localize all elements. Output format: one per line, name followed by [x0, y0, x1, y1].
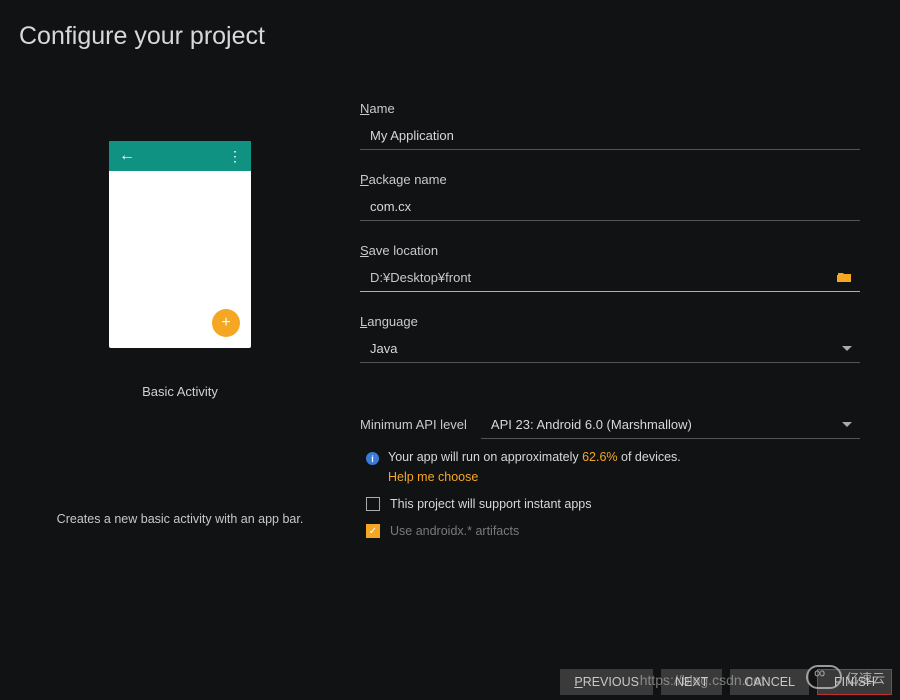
info-icon: i — [366, 452, 379, 465]
chevron-down-icon — [842, 346, 852, 351]
template-description: Creates a new basic activity with an app… — [57, 512, 304, 526]
api-level-label: Minimum API level — [360, 417, 467, 432]
androidx-label: Use androidx.* artifacts — [390, 524, 519, 538]
browse-folder-icon[interactable] — [837, 270, 860, 286]
api-level-select[interactable]: API 23: Android 6.0 (Marshmallow) — [481, 411, 860, 439]
name-input[interactable] — [360, 122, 860, 150]
phone-toolbar: ← ⋮ — [109, 141, 251, 171]
help-me-choose-link[interactable]: Help me choose — [388, 470, 860, 484]
language-value: Java — [360, 335, 842, 362]
package-input[interactable] — [360, 193, 860, 221]
template-preview: ← ⋮ + — [109, 141, 251, 348]
main-content: ← ⋮ + Basic Activity Creates a new basic… — [0, 51, 900, 538]
fab-plus-icon: + — [212, 309, 240, 337]
api-level-value: API 23: Android 6.0 (Marshmallow) — [481, 411, 842, 438]
cloud-icon — [806, 665, 842, 689]
androidx-checkbox: ✓ — [366, 524, 380, 538]
yisu-text: 亿速云 — [846, 668, 885, 687]
language-label: Language — [360, 314, 860, 329]
back-arrow-icon: ← — [119, 147, 135, 165]
save-location-label: Save location — [360, 243, 860, 258]
template-name: Basic Activity — [142, 384, 218, 399]
yisu-watermark: 亿速云 — [806, 656, 896, 698]
overflow-menu-icon: ⋮ — [228, 148, 241, 165]
form-pane: Name Package name Save location Language… — [360, 101, 900, 538]
page-title: Configure your project — [0, 0, 900, 51]
preview-pane: ← ⋮ + Basic Activity Creates a new basic… — [0, 101, 360, 538]
instant-apps-checkbox[interactable] — [366, 497, 380, 511]
api-info-text: Your app will run on approximately 62.6%… — [388, 450, 681, 464]
instant-apps-label: This project will support instant apps — [390, 497, 591, 511]
csdn-watermark: https://blog.csdn.net — [640, 672, 765, 688]
package-label: Package name — [360, 172, 860, 187]
save-location-input[interactable] — [360, 264, 837, 291]
name-label: Name — [360, 101, 860, 116]
language-select[interactable]: Java — [360, 335, 860, 363]
chevron-down-icon — [842, 422, 852, 427]
